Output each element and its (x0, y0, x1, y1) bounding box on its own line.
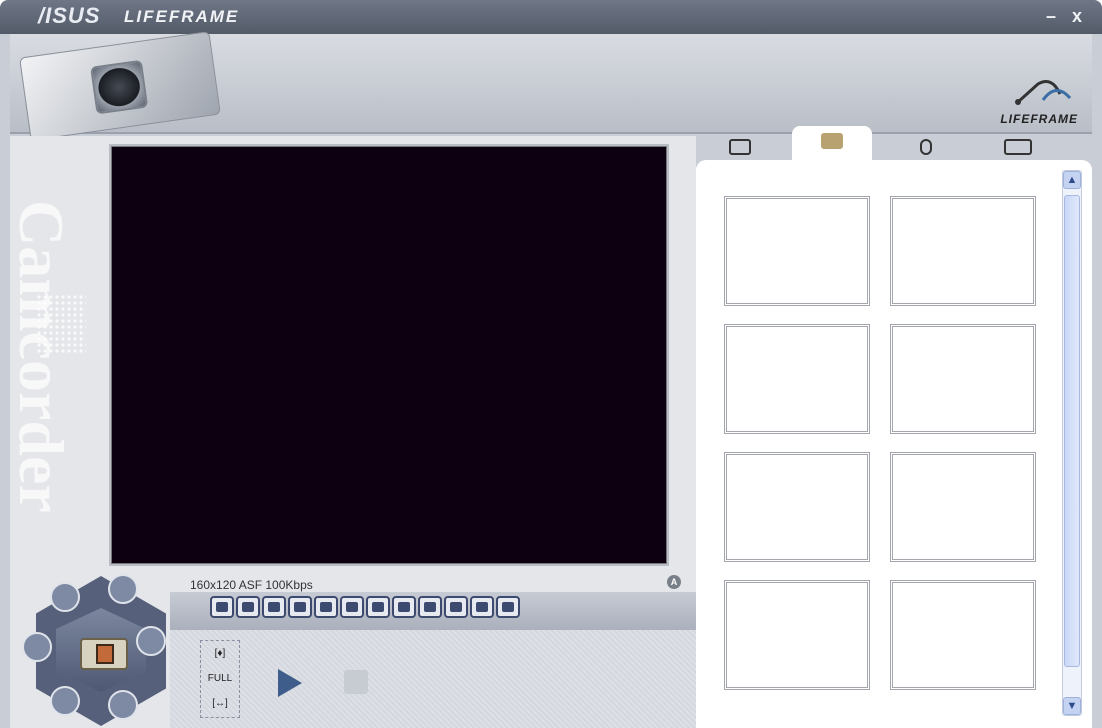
frame-icon[interactable] (340, 596, 364, 618)
lock-icon[interactable]: A (667, 575, 681, 589)
edit-icon[interactable] (262, 596, 286, 618)
app-window: /ISUS LIFEFRAME – x LIFEFRAME Camcorder … (0, 0, 1102, 728)
lens-icon (90, 59, 149, 115)
saturation-icon[interactable] (392, 596, 416, 618)
minimize-button[interactable]: – (1040, 5, 1062, 27)
camcorder-tab[interactable] (792, 126, 872, 162)
full-button[interactable]: FULL (201, 666, 239, 691)
lifeframe-logo: LIFEFRAME (988, 72, 1078, 126)
effects-mode-icon[interactable] (108, 574, 138, 604)
video-mode-icon[interactable] (136, 626, 166, 656)
eye-icon (1004, 139, 1032, 155)
scroll-thumb[interactable] (1064, 195, 1080, 667)
camera-mode-icon[interactable] (50, 582, 80, 612)
color-icon[interactable] (444, 596, 468, 618)
camera-tab[interactable] (700, 132, 780, 162)
title-bar[interactable]: /ISUS LIFEFRAME – x (0, 0, 1102, 34)
thumbnail-slot[interactable] (890, 452, 1036, 562)
scroll-up-button[interactable]: ▲ (1063, 171, 1081, 189)
image-icon[interactable] (210, 596, 234, 618)
thumbnail-slot[interactable] (724, 452, 870, 562)
video-format-status: 160x120 ASF 100Kbps (190, 578, 313, 592)
contrast-icon[interactable] (314, 596, 338, 618)
stop-button[interactable] (344, 670, 368, 694)
camcorder-icon (821, 133, 843, 149)
eye-tab[interactable] (978, 132, 1058, 162)
asus-logo: /ISUS (38, 3, 101, 28)
header-banner: LIFEFRAME (10, 31, 1092, 141)
lifeframe-logo-text: LIFEFRAME (1000, 112, 1078, 126)
thumbnail-slot[interactable] (724, 580, 870, 690)
webcam-illustration (19, 31, 221, 141)
effect-icon[interactable] (470, 596, 494, 618)
record-mode-icon[interactable] (50, 686, 80, 716)
mode-selector (16, 568, 186, 728)
monitor-mode-icon[interactable] (22, 632, 52, 662)
brightness-icon[interactable] (366, 596, 390, 618)
audio-mode-icon[interactable] (108, 690, 138, 720)
size-fit-button[interactable]: [↔] (201, 691, 239, 716)
playback-area (170, 630, 696, 728)
list-icon[interactable] (418, 596, 442, 618)
effects-toolbar (170, 592, 696, 630)
play-button[interactable] (278, 669, 302, 697)
microphone-tab[interactable] (886, 132, 966, 162)
size-up-button[interactable]: [♦] (201, 641, 239, 666)
text-icon[interactable] (288, 596, 312, 618)
camera-icon (729, 139, 751, 155)
scroll-down-button[interactable]: ▼ (1063, 697, 1081, 715)
close-button[interactable]: x (1066, 5, 1088, 27)
thumbnail-slot[interactable] (890, 324, 1036, 434)
camcorder-icon[interactable] (80, 638, 128, 670)
thumbnail-scrollbar[interactable]: ▲ ▼ (1062, 170, 1082, 716)
lifeframe-logo-icon (1015, 80, 1072, 105)
video-preview[interactable] (109, 144, 669, 566)
app-title: LIFEFRAME (124, 7, 240, 26)
view-size-controls: [♦] FULL [↔] (200, 640, 240, 718)
thumbnail-slot[interactable] (890, 196, 1036, 306)
timer-icon[interactable] (236, 596, 260, 618)
settings-icon[interactable] (496, 596, 520, 618)
thumbnail-panel (696, 160, 1092, 728)
thumbnail-slot[interactable] (890, 580, 1036, 690)
gallery-tabs (696, 126, 1092, 162)
microphone-icon (920, 139, 932, 155)
thumbnail-slot[interactable] (724, 196, 870, 306)
thumbnail-slot[interactable] (724, 324, 870, 434)
camcorder-watermark: Camcorder (6, 200, 77, 513)
